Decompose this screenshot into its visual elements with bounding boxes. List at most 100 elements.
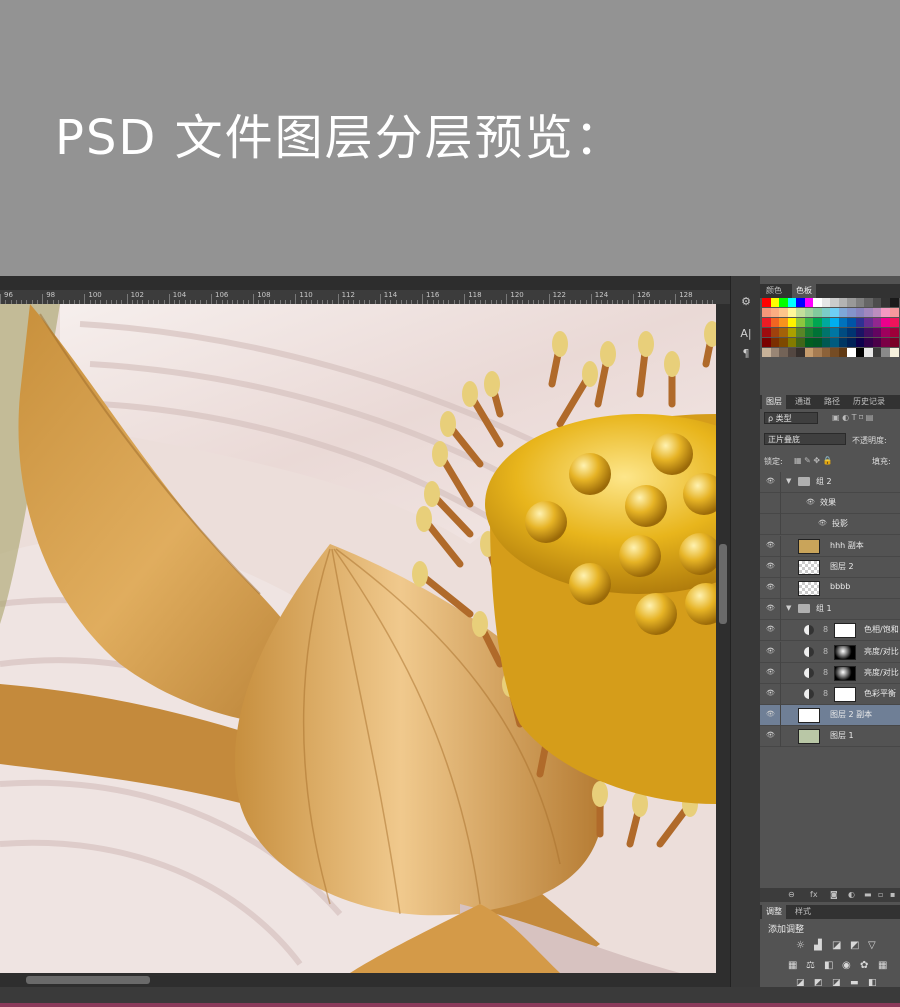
visibility-eye-icon[interactable]: 👁 [766, 625, 775, 633]
posterize-icon[interactable]: ◩ [814, 978, 823, 988]
layer-thumbnail[interactable] [798, 559, 820, 575]
layer-row[interactable]: 👁 8 亮度/对比 [760, 662, 900, 684]
tab-styles[interactable]: 样式 [791, 905, 815, 919]
vertical-scroll-thumb[interactable] [719, 544, 727, 624]
layer-name[interactable]: 图层 1 [830, 730, 854, 741]
visibility-eye-icon[interactable]: 👁 [766, 731, 775, 739]
link-chain-icon[interactable]: 8 [823, 668, 828, 677]
character-icon[interactable]: A| [737, 326, 755, 342]
tab-channels[interactable]: 通道 [791, 395, 815, 409]
lock-icons[interactable]: ▦ ✎ ✥ 🔒 [794, 456, 833, 465]
color-swatch[interactable] [889, 328, 899, 337]
layer-name[interactable]: 图层 2 副本 [830, 709, 872, 720]
layer-thumbnail[interactable] [798, 581, 820, 596]
color-swatch[interactable] [889, 318, 899, 327]
color-swatch[interactable] [889, 308, 899, 317]
link-chain-icon[interactable]: 8 [823, 647, 828, 656]
visibility-eye-icon[interactable]: 👁 [766, 668, 775, 676]
group-expand-arrow-icon[interactable]: ▼ [786, 604, 791, 612]
curves-icon[interactable]: ◪ [832, 940, 841, 951]
tab-swatches[interactable]: 色板 [792, 284, 816, 298]
visibility-eye-icon[interactable]: 👁 [766, 647, 775, 655]
horizontal-scrollbar[interactable] [0, 973, 730, 987]
color-swatch[interactable] [889, 338, 899, 347]
selective-color-icon[interactable]: ◧ [868, 978, 877, 988]
effect-visibility-icon[interactable]: 👁 [806, 498, 815, 506]
visibility-eye-icon[interactable]: 👁 [766, 477, 775, 485]
layer-thumbnail[interactable] [798, 538, 820, 554]
layer-name[interactable]: 图层 2 [830, 561, 854, 572]
layer-mask-thumbnail[interactable] [834, 644, 856, 660]
visibility-eye-icon[interactable]: 👁 [766, 583, 775, 591]
layer-filter-dropdown[interactable]: ρ 类型 [764, 412, 818, 424]
layer-name[interactable]: hhh 副本 [830, 540, 864, 551]
vertical-scrollbar[interactable] [716, 304, 730, 973]
tab-paths[interactable]: 路径 [820, 395, 844, 409]
link-layers-icon[interactable]: ⊖ [788, 890, 795, 899]
swatch-grid[interactable] [762, 298, 900, 364]
blend-mode-dropdown[interactable]: 正片叠底 [764, 433, 846, 445]
color-lookup-icon[interactable]: ▦ [878, 960, 887, 971]
layer-thumbnail[interactable] [798, 708, 820, 724]
horizontal-scroll-thumb[interactable] [26, 976, 150, 984]
layer-mask-thumbnail[interactable] [834, 665, 856, 681]
layer-row[interactable]: 👁 bbbb [760, 578, 900, 599]
layer-row[interactable]: 👁 ▼ 组 1 [760, 599, 900, 621]
new-layer-icon[interactable]: ▫ [878, 890, 883, 899]
layer-name[interactable]: 效果 [820, 497, 836, 508]
layer-row[interactable]: 👁 图层 2 [760, 556, 900, 578]
layer-row[interactable]: 👁 8 亮度/对比 [760, 641, 900, 663]
color-balance-icon[interactable]: ⚖ [806, 960, 815, 971]
levels-icon[interactable]: ▟ [814, 940, 822, 951]
tab-color[interactable]: 颜色 [762, 284, 786, 298]
layer-mask-thumbnail[interactable] [834, 623, 856, 639]
link-chain-icon[interactable]: 8 [823, 689, 828, 698]
tab-layers[interactable]: 图层 [762, 395, 786, 409]
hue-sat-icon[interactable]: ▦ [788, 960, 797, 971]
layer-name[interactable]: 色相/饱和 [864, 624, 899, 635]
paragraph-icon[interactable]: ¶ [737, 346, 755, 362]
add-mask-icon[interactable]: ◙ [830, 890, 838, 899]
layer-row[interactable]: 👁 hhh 副本 [760, 535, 900, 557]
visibility-eye-icon[interactable]: 👁 [766, 604, 775, 612]
color-swatch[interactable] [889, 348, 899, 357]
layer-thumbnail[interactable] [798, 729, 820, 745]
channel-mixer-icon[interactable]: ✿ [860, 960, 868, 971]
gradient-map-icon[interactable]: ▬ [850, 978, 859, 988]
bw-icon[interactable]: ◧ [824, 960, 833, 971]
layer-row[interactable]: 👁 8 色相/饱和 [760, 620, 900, 642]
layer-row[interactable]: 👁 ▼ 组 2 [760, 472, 900, 493]
photo-filter-icon[interactable]: ◉ [842, 960, 851, 971]
new-group-icon[interactable]: ▬ [864, 890, 872, 899]
invert-icon[interactable]: ◪ [796, 978, 805, 988]
tab-history[interactable]: 历史记录 [849, 395, 889, 409]
brush-preset-icon[interactable]: ⚙ [737, 294, 755, 310]
brightness-icon[interactable]: ☼ [796, 940, 805, 951]
layer-name[interactable]: 亮度/对比 [864, 667, 899, 678]
exposure-icon[interactable]: ◩ [850, 940, 859, 951]
filter-icons[interactable]: ▣ ◐ T ⌑ ▤ [832, 413, 873, 422]
layer-name[interactable]: 投影 [832, 518, 848, 529]
visibility-eye-icon[interactable]: 👁 [766, 541, 775, 549]
color-swatch[interactable] [889, 298, 899, 307]
layer-name[interactable]: 组 2 [816, 476, 832, 487]
link-chain-icon[interactable]: 8 [823, 625, 828, 634]
vibrance-icon[interactable]: ▽ [868, 940, 876, 951]
threshold-icon[interactable]: ◪ [832, 978, 841, 988]
document-canvas[interactable] [0, 304, 716, 973]
layer-row[interactable]: 👁 图层 1 [760, 726, 900, 748]
group-expand-arrow-icon[interactable]: ▼ [786, 477, 791, 485]
adjustment-layer-icon[interactable]: ◐ [848, 890, 855, 899]
layer-row[interactable]: 👁 图层 2 副本 [760, 705, 900, 727]
layer-mask-thumbnail[interactable] [834, 687, 856, 702]
visibility-eye-icon[interactable]: 👁 [766, 689, 775, 697]
layer-row[interactable]: 👁 投影 [760, 514, 900, 536]
layer-name[interactable]: 组 1 [816, 603, 832, 614]
tab-adjustments[interactable]: 调整 [762, 905, 786, 919]
effect-visibility-icon[interactable]: 👁 [818, 519, 827, 527]
delete-layer-icon[interactable]: ▪ [890, 890, 895, 899]
layer-name[interactable]: 亮度/对比 [864, 646, 899, 657]
layer-name[interactable]: 色彩平衡 [864, 688, 896, 699]
visibility-eye-icon[interactable]: 👁 [766, 710, 775, 718]
visibility-eye-icon[interactable]: 👁 [766, 562, 775, 570]
